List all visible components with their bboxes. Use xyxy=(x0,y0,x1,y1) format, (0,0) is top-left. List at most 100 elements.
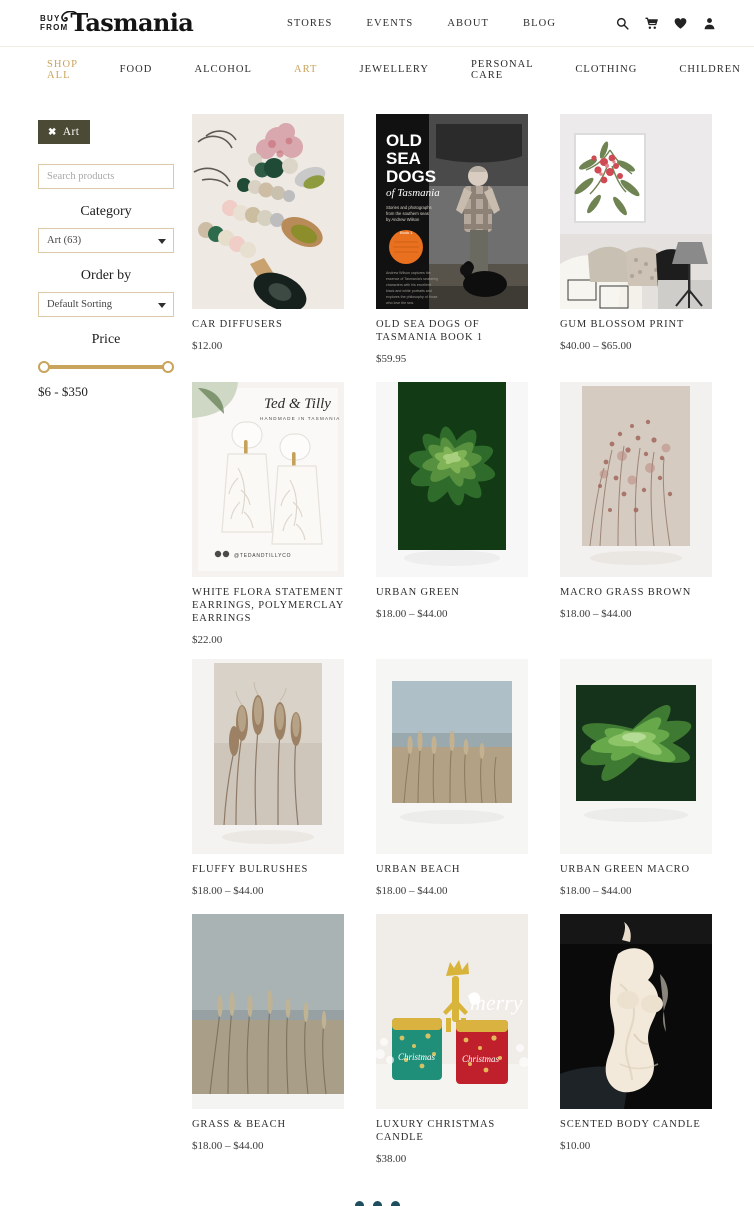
category-clothing[interactable]: CLOTHING xyxy=(554,64,658,75)
product-title[interactable]: CAR DIFFUSERS xyxy=(192,318,344,331)
svg-text:merry: merry xyxy=(470,990,523,1015)
product-title[interactable]: URBAN GREEN xyxy=(376,586,528,599)
product-price: $18.00 – $44.00 xyxy=(376,608,448,620)
product-card[interactable]: GUM BLOSSOM PRINT $40.00 – $65.00 xyxy=(560,114,712,382)
search-input[interactable] xyxy=(38,164,174,189)
svg-text:Stories and photographs: Stories and photographs xyxy=(386,205,432,210)
price-slider-handle-min[interactable] xyxy=(38,361,50,373)
page-body: ✖ Art Category Art (63) Order by Default… xyxy=(0,92,754,1165)
product-image-urban-green-macro[interactable] xyxy=(560,659,712,854)
svg-text:Book 1: Book 1 xyxy=(400,230,413,235)
product-image-urban-beach[interactable] xyxy=(376,659,528,854)
site-header: BUY FROM Tasmania STORES EVENTS ABOUT BL… xyxy=(0,0,754,47)
category-alcohol[interactable]: ALCOHOL xyxy=(173,64,273,75)
product-title[interactable]: GUM BLOSSOM PRINT xyxy=(560,318,712,331)
product-title[interactable]: LUXURY CHRISTMAS CANDLE xyxy=(376,1118,528,1144)
svg-text:Christmas: Christmas xyxy=(398,1052,436,1062)
header-icon-group xyxy=(616,17,716,30)
category-art[interactable]: ART xyxy=(273,64,339,75)
active-filter-label: Art xyxy=(62,126,80,138)
product-title[interactable]: WHITE FLORA STATEMENT EARRINGS, POLYMERC… xyxy=(192,586,344,625)
filter-sidebar: ✖ Art Category Art (63) Order by Default… xyxy=(38,92,174,1034)
category-shop-all[interactable]: SHOP ALL xyxy=(40,59,99,81)
category-jewellery[interactable]: JEWELLERY xyxy=(339,64,451,75)
product-image-gum-blossom-print[interactable] xyxy=(560,114,712,309)
product-price: $18.00 – $44.00 xyxy=(192,885,264,897)
account-icon[interactable] xyxy=(703,17,716,30)
svg-text:HANDMADE IN TASMANIA: HANDMADE IN TASMANIA xyxy=(260,416,341,421)
active-filter-chip-art[interactable]: ✖ Art xyxy=(38,120,91,144)
product-image-white-flora-earrings[interactable]: Ted & Tilly HANDMADE IN TASMANIA @TEDAND… xyxy=(192,382,344,577)
heart-icon[interactable] xyxy=(674,17,687,30)
category-food[interactable]: FOOD xyxy=(99,64,174,75)
product-image-grass-and-beach[interactable] xyxy=(192,914,344,1109)
product-card[interactable]: OLD SEA DOGS of Tasmania Stories and pho… xyxy=(376,114,528,382)
product-grid: CAR DIFFUSERS $12.00 OLD SEA DOGS of Tas… xyxy=(174,92,716,1165)
category-children[interactable]: CHILDREN xyxy=(658,64,754,75)
product-title[interactable]: URBAN GREEN MACRO xyxy=(560,863,712,876)
product-image-car-diffusers[interactable] xyxy=(192,114,344,309)
product-title[interactable]: SCENTED BODY CANDLE xyxy=(560,1118,712,1131)
product-price: $22.00 xyxy=(192,634,223,646)
product-card[interactable]: SCENTED BODY CANDLE $10.00 xyxy=(560,914,712,1152)
close-icon[interactable]: ✖ xyxy=(48,127,57,138)
product-card[interactable]: URBAN GREEN $18.00 – $44.00 xyxy=(376,382,528,659)
svg-text:characters with his excellent: characters with his excellent xyxy=(386,283,431,287)
svg-text:essence of Tasmania's seafarin: essence of Tasmania's seafaring xyxy=(386,277,438,281)
product-card[interactable]: CAR DIFFUSERS $12.00 xyxy=(192,114,344,382)
svg-text:SEA: SEA xyxy=(386,149,421,168)
category-select-wrap[interactable]: Art (63) xyxy=(38,228,174,253)
product-card[interactable]: URBAN BEACH $18.00 – $44.00 xyxy=(376,659,528,914)
product-card[interactable]: MACRO GRASS BROWN $18.00 – $44.00 xyxy=(560,382,712,659)
search-icon[interactable] xyxy=(616,17,629,30)
price-range-value: $6 - $350 xyxy=(38,384,88,399)
order-select-wrap[interactable]: Default Sorting xyxy=(38,292,174,317)
product-card[interactable]: GRASS & BEACH $18.00 – $44.00 xyxy=(192,914,344,1152)
page-root: BUY FROM Tasmania STORES EVENTS ABOUT BL… xyxy=(0,0,754,1206)
order-filter-label: Order by xyxy=(80,268,132,283)
price-range-slider[interactable] xyxy=(38,359,174,375)
product-card[interactable]: FLUFFY BULRUSHES $18.00 – $44.00 xyxy=(192,659,344,914)
order-select[interactable]: Default Sorting xyxy=(38,292,174,317)
loader-dot xyxy=(390,1201,400,1206)
header-nav-stores[interactable]: STORES xyxy=(287,18,333,29)
product-price: $18.00 – $44.00 xyxy=(376,885,448,897)
product-card[interactable]: Ted & Tilly HANDMADE IN TASMANIA @TEDAND… xyxy=(192,382,344,659)
header-nav-blog[interactable]: BLOG xyxy=(523,18,556,29)
price-filter-label: Price xyxy=(91,332,121,347)
product-image-luxury-christmas-candle[interactable]: merry Christmas Christmas xyxy=(376,914,528,1109)
product-title[interactable]: MACRO GRASS BROWN xyxy=(560,586,712,599)
logo-line-from: FROM xyxy=(40,23,69,32)
loading-indicator xyxy=(0,1201,754,1206)
product-title[interactable]: OLD SEA DOGS OF TASMANIA BOOK 1 xyxy=(376,318,528,344)
product-title[interactable]: URBAN BEACH xyxy=(376,863,528,876)
loader-dot xyxy=(372,1201,382,1206)
svg-text:@TEDANDTILLYCO: @TEDANDTILLYCO xyxy=(234,553,291,559)
product-price: $40.00 – $65.00 xyxy=(560,340,632,352)
product-title[interactable]: GRASS & BEACH xyxy=(192,1118,344,1131)
cart-icon[interactable] xyxy=(645,17,658,30)
product-image-old-sea-dogs-book[interactable]: OLD SEA DOGS of Tasmania Stories and pho… xyxy=(376,114,528,309)
product-card[interactable]: merry Christmas Christmas LUXURY CHRISTM… xyxy=(376,914,528,1165)
svg-text:DOGS: DOGS xyxy=(386,167,436,186)
svg-text:who love the sea.: who love the sea. xyxy=(386,301,414,305)
category-select[interactable]: Art (63) xyxy=(38,228,174,253)
svg-text:of Tasmania: of Tasmania xyxy=(386,187,440,199)
header-nav: STORES EVENTS ABOUT BLOG xyxy=(287,17,716,30)
loader-dot xyxy=(354,1201,364,1206)
product-title[interactable]: FLUFFY BULRUSHES xyxy=(192,863,344,876)
site-logo[interactable]: BUY FROM Tasmania xyxy=(40,10,194,36)
price-slider-handle-max[interactable] xyxy=(162,361,174,373)
product-card[interactable]: URBAN GREEN MACRO $18.00 – $44.00 xyxy=(560,659,712,914)
product-price: $18.00 – $44.00 xyxy=(560,608,632,620)
price-slider-track xyxy=(45,365,167,369)
product-image-scented-body-candle[interactable] xyxy=(560,914,712,1109)
product-image-fluffy-bulrushes[interactable] xyxy=(192,659,344,854)
header-nav-events[interactable]: EVENTS xyxy=(366,18,413,29)
header-nav-about[interactable]: ABOUT xyxy=(447,18,489,29)
category-personal-care[interactable]: PERSONAL CARE xyxy=(450,59,554,81)
product-image-urban-green[interactable] xyxy=(376,382,528,577)
svg-text:black and white portraits and: black and white portraits and xyxy=(386,289,432,293)
product-price: $10.00 xyxy=(560,1140,591,1152)
product-image-macro-grass-brown[interactable] xyxy=(560,382,712,577)
